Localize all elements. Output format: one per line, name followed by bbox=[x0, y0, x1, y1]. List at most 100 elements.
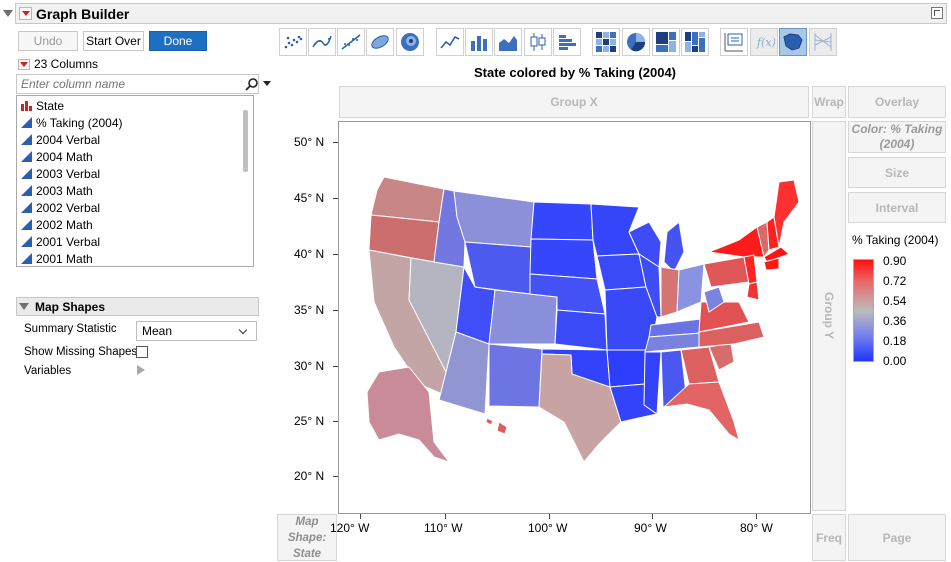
x-tick-label: 100° W bbox=[528, 521, 568, 535]
state-kansas bbox=[554, 309, 608, 351]
red-triangle-menu-icon[interactable] bbox=[19, 7, 32, 20]
points-icon[interactable] bbox=[279, 28, 307, 56]
legend-label: 0.00 bbox=[883, 354, 907, 368]
y-tick-label: 50° N bbox=[294, 135, 325, 149]
group-x-zone[interactable]: Group X bbox=[339, 86, 809, 118]
continuous-triangle-icon bbox=[21, 134, 32, 145]
caption-box-icon[interactable] bbox=[720, 28, 748, 56]
disclosure-icon[interactable] bbox=[3, 10, 13, 17]
x-tick-label: 80° W bbox=[740, 521, 773, 535]
column-item-2003-verbal[interactable]: 2003 Verbal bbox=[21, 165, 100, 182]
summary-statistic-select[interactable]: Mean bbox=[136, 321, 257, 341]
formula-icon[interactable]: f(x) bbox=[750, 28, 778, 56]
state-iowa bbox=[596, 253, 647, 291]
y-tick-label: 40° N bbox=[294, 247, 325, 261]
y-tick-label: 35° N bbox=[294, 303, 325, 317]
state-ohio bbox=[676, 263, 705, 313]
state-indiana bbox=[660, 266, 680, 318]
state-south-dakota bbox=[529, 238, 598, 280]
y-tick-label: 45° N bbox=[294, 191, 325, 205]
search-icon[interactable] bbox=[245, 77, 259, 91]
column-item-2002-math[interactable]: 2002 Math bbox=[21, 216, 93, 233]
freq-zone[interactable]: Freq bbox=[812, 514, 846, 561]
state-montana bbox=[453, 190, 535, 248]
nominal-bar-icon bbox=[21, 101, 32, 111]
x-tickmark bbox=[445, 514, 446, 519]
parallel-plot-icon[interactable] bbox=[809, 28, 837, 56]
state-mississippi bbox=[643, 351, 662, 415]
column-item-state[interactable]: State bbox=[21, 97, 64, 114]
continuous-triangle-icon bbox=[21, 185, 32, 196]
line-of-fit-icon[interactable] bbox=[337, 28, 365, 56]
group-y-zone[interactable]: Group Y bbox=[812, 121, 846, 511]
column-item-label: 2004 Math bbox=[36, 149, 93, 164]
column-item-label: 2001 Math bbox=[36, 251, 93, 266]
graph-title[interactable]: State colored by % Taking (2004) bbox=[338, 65, 812, 80]
heatmap-icon[interactable] bbox=[592, 28, 620, 56]
variables-expand-icon[interactable] bbox=[137, 365, 145, 375]
column-list-scrollbar[interactable] bbox=[243, 110, 248, 172]
column-search-input[interactable] bbox=[19, 76, 224, 92]
page-zone[interactable]: Page bbox=[848, 514, 946, 561]
state-maryland-delaware bbox=[746, 281, 760, 301]
smoother-icon[interactable] bbox=[308, 28, 336, 56]
continuous-triangle-icon bbox=[21, 219, 32, 230]
wrap-zone[interactable]: Wrap bbox=[812, 86, 846, 118]
column-item-label: 2003 Math bbox=[36, 183, 93, 198]
column-item-label: 2004 Verbal bbox=[36, 132, 101, 147]
column-item-label: % Taking (2004) bbox=[36, 115, 123, 130]
us-map[interactable] bbox=[339, 122, 810, 513]
legend-label: 0.54 bbox=[883, 294, 907, 308]
legend-title[interactable]: % Taking (2004) bbox=[852, 233, 939, 247]
show-missing-shapes-checkbox[interactable] bbox=[136, 346, 148, 358]
column-list: State % Taking (2004) 2004 Verbal 2004 M… bbox=[16, 95, 254, 267]
column-item-2004-math[interactable]: 2004 Math bbox=[21, 148, 93, 165]
color-zone[interactable]: Color: % Taking (2004) bbox=[848, 121, 946, 153]
map-shape-zone[interactable]: Map Shape: State bbox=[277, 514, 337, 561]
columns-menu-icon[interactable] bbox=[18, 58, 30, 70]
state-maine bbox=[773, 179, 800, 248]
map-shapes-header[interactable]: Map Shapes bbox=[16, 297, 259, 316]
x-tickmark bbox=[549, 514, 550, 519]
column-item-2001-math[interactable]: 2001 Math bbox=[21, 250, 93, 266]
box-plot-icon[interactable] bbox=[524, 28, 552, 56]
legend-label: 0.18 bbox=[883, 334, 907, 348]
line-icon[interactable] bbox=[436, 28, 464, 56]
x-tick-label: 120° W bbox=[330, 521, 370, 535]
start-over-button[interactable]: Start Over bbox=[83, 31, 144, 51]
continuous-triangle-icon bbox=[21, 117, 32, 128]
bar-icon[interactable] bbox=[465, 28, 493, 56]
columns-count-label: 23 Columns bbox=[34, 57, 99, 71]
pie-icon[interactable] bbox=[622, 28, 650, 56]
overlay-zone[interactable]: Overlay bbox=[848, 86, 946, 118]
column-item-2003-math[interactable]: 2003 Math bbox=[21, 182, 93, 199]
area-icon[interactable] bbox=[494, 28, 522, 56]
column-item-2004-verbal[interactable]: 2004 Verbal bbox=[21, 131, 100, 148]
map-shapes-disclosure-icon[interactable] bbox=[19, 303, 29, 310]
column-search bbox=[16, 74, 271, 94]
map-plot[interactable] bbox=[338, 121, 811, 514]
column-item-label: State bbox=[36, 98, 65, 113]
continuous-triangle-icon bbox=[21, 202, 32, 213]
state-new-york bbox=[708, 226, 765, 258]
search-options-dropdown-icon[interactable] bbox=[263, 81, 271, 86]
app-title: Graph Builder bbox=[36, 6, 130, 22]
column-item-2002-verbal[interactable]: 2002 Verbal bbox=[21, 199, 100, 216]
mosaic-icon[interactable] bbox=[681, 28, 709, 56]
contour-icon[interactable] bbox=[396, 28, 424, 56]
continuous-triangle-icon bbox=[21, 151, 32, 162]
column-item-pct-taking[interactable]: % Taking (2004) bbox=[21, 114, 123, 131]
histogram-icon[interactable] bbox=[553, 28, 581, 56]
interval-zone[interactable]: Interval bbox=[848, 192, 946, 223]
treemap-icon[interactable] bbox=[652, 28, 680, 56]
y-tick-label: 25° N bbox=[294, 414, 325, 428]
ellipse-icon[interactable] bbox=[366, 28, 394, 56]
done-button[interactable]: Done bbox=[149, 31, 207, 51]
x-tickmark bbox=[360, 514, 361, 519]
map-shapes-icon[interactable] bbox=[779, 28, 807, 56]
window-restore-icon[interactable] bbox=[931, 7, 943, 19]
undo-button[interactable]: Undo bbox=[18, 31, 78, 51]
size-zone[interactable]: Size bbox=[848, 157, 946, 188]
column-item-2001-verbal[interactable]: 2001 Verbal bbox=[21, 233, 100, 250]
legend-gradient[interactable] bbox=[853, 259, 874, 362]
